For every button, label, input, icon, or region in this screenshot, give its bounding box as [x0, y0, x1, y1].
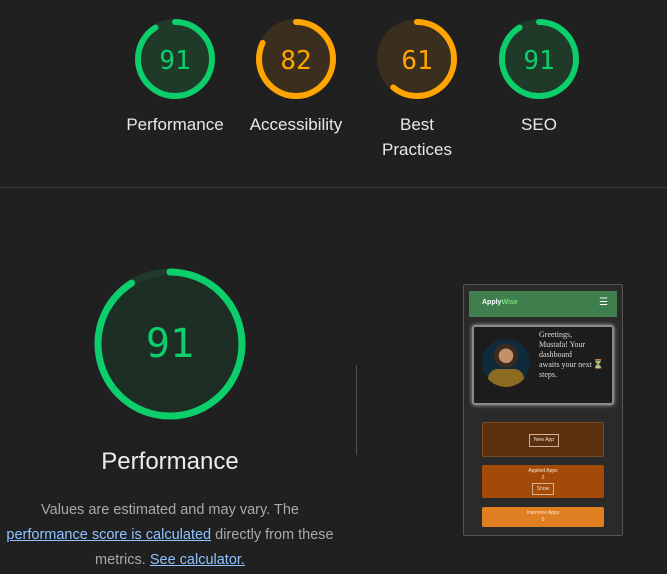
interview-title: Interview Apps: [526, 510, 560, 516]
gauge-score: 91: [159, 46, 190, 76]
section-divider: [0, 187, 667, 188]
gauge-ring: 91: [135, 19, 215, 99]
see-calculator-link[interactable]: See calculator.: [150, 552, 245, 568]
gauge-ring: 91: [499, 19, 579, 99]
greeting-text: Greetings, Mustafa! Your dashboard await…: [539, 330, 592, 379]
gauge-label: Best Practices: [382, 115, 452, 159]
gauge-ring: 61: [377, 19, 457, 99]
new-app-button: New App: [529, 434, 559, 447]
gauge-score: 82: [280, 46, 311, 76]
gauge-performance[interactable]: 91 Performance: [120, 18, 230, 137]
app-header: ApplyWise ☰: [469, 291, 617, 317]
gauge-label: SEO: [521, 115, 557, 134]
gauge-accessibility[interactable]: 82 Accessibility: [241, 18, 351, 137]
show-button: Show: [532, 483, 554, 495]
gauge-seo[interactable]: 91 SEO: [484, 18, 594, 137]
interview-apps-card: Interview Apps 0: [482, 507, 604, 527]
score-summary: 91 Performance 82 Accessibility 61 Best …: [0, 0, 667, 187]
greeting-card: Greetings, Mustafa! Your dashboard await…: [472, 325, 614, 405]
desc-text: Values are estimated and may vary. The: [41, 502, 299, 518]
gauge-score: 91: [523, 46, 554, 76]
applied-apps-card: Applied Apps 2 Show: [482, 465, 604, 498]
gauge-label: Performance: [126, 115, 224, 134]
score-calculated-link[interactable]: performance score is calculated: [6, 527, 211, 543]
gauge-ring: 82: [256, 19, 336, 99]
avatar: [482, 339, 530, 387]
final-screenshot[interactable]: ApplyWise ☰ Greetings, Mustafa! Your das…: [463, 284, 623, 536]
category-title: Performance: [101, 448, 239, 475]
interview-count: 0: [541, 517, 545, 523]
applied-title: Applied Apps: [528, 468, 558, 474]
hamburger-icon: ☰: [599, 297, 608, 308]
gauge-label: Accessibility: [249, 115, 343, 134]
score-description: Values are estimated and may vary. The p…: [0, 498, 340, 573]
applied-count: 2: [541, 475, 545, 481]
gauge-score: 61: [401, 46, 432, 76]
hourglass-icon: ⏳: [592, 359, 604, 369]
big-score: 91: [146, 321, 194, 367]
performance-big-gauge: 91: [94, 268, 246, 420]
gauge-best-practices[interactable]: 61 Best Practices: [362, 18, 472, 162]
vertical-divider: [356, 365, 357, 455]
new-app-card: New App: [482, 422, 604, 457]
app-logo: ApplyWise: [482, 299, 518, 306]
